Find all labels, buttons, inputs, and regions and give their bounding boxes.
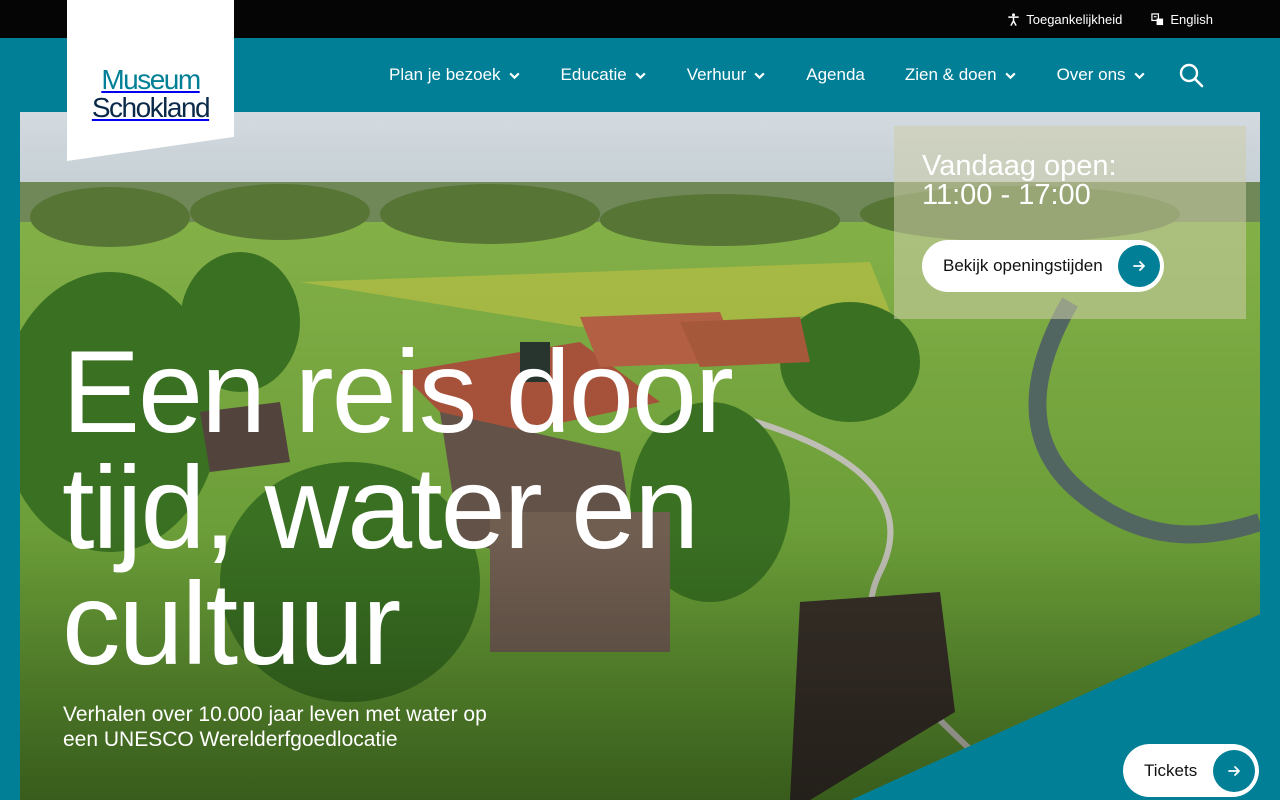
museum-logo[interactable]: Museum Schokland: [67, 0, 234, 161]
opening-hours-title: Vandaag open: 11:00 - 17:00: [922, 152, 1218, 210]
view-opening-hours-label: Bekijk openingstijden: [943, 256, 1103, 275]
hero-headline: Een reis door tijd, water en cultuur: [62, 326, 822, 689]
opening-hours-card: Vandaag open: 11:00 - 17:00 Bekijk openi…: [894, 126, 1246, 319]
nav-item-label: Over ons: [1056, 65, 1126, 84]
opening-title-line-1: Vandaag open:: [922, 150, 1117, 182]
main-nav: Plan je bezoek Educatie Verhuur Agenda Z…: [389, 38, 1146, 112]
nav-item-over-ons[interactable]: Over ons: [1057, 65, 1146, 85]
tickets-button[interactable]: Tickets: [1123, 744, 1259, 797]
arrow-right-icon: [1118, 245, 1160, 287]
chevron-down-icon: [754, 72, 765, 79]
accessibility-icon: [1008, 12, 1020, 26]
search-icon[interactable]: [1178, 62, 1204, 88]
language-switch[interactable]: English: [1151, 12, 1213, 27]
chevron-down-icon: [1004, 72, 1016, 79]
logo-line-2: Schokland: [91, 92, 211, 123]
translate-icon: [1151, 12, 1164, 25]
accessibility-label: Toegankelijkheid: [1026, 11, 1123, 27]
view-opening-hours-button[interactable]: Bekijk openingstijden: [922, 240, 1164, 292]
nav-item-plan-je-bezoek[interactable]: Plan je bezoek: [389, 65, 521, 85]
headline-line-1: Een reis door: [62, 326, 734, 457]
nav-item-label: Verhuur: [686, 65, 747, 84]
chevron-down-icon: [1133, 72, 1145, 79]
accessibility-link[interactable]: Toegankelijkheid: [1007, 12, 1122, 27]
nav-item-label: Zien & doen: [904, 65, 997, 84]
subline-line-2: een UNESCO Werelderfgoedlocatie: [63, 728, 398, 751]
opening-title-line-2: 11:00 - 17:00: [922, 179, 1091, 211]
logo-line-1: Museum: [101, 64, 201, 95]
nav-item-label: Agenda: [806, 65, 865, 84]
chevron-down-icon: [635, 72, 646, 79]
headline-line-2: tijd, water en: [62, 442, 699, 573]
nav-item-verhuur[interactable]: Verhuur: [687, 65, 767, 85]
nav-item-zien-en-doen[interactable]: Zien & doen: [905, 65, 1017, 85]
language-label: English: [1170, 11, 1213, 27]
chevron-down-icon: [508, 72, 520, 79]
nav-item-educatie[interactable]: Educatie: [561, 65, 647, 85]
headline-line-3: cultuur: [62, 558, 401, 689]
subline-line-1: Verhalen over 10.000 jaar leven met wate…: [63, 703, 487, 726]
tickets-label: Tickets: [1144, 760, 1198, 780]
nav-item-label: Plan je bezoek: [389, 65, 501, 84]
nav-item-label: Educatie: [560, 65, 627, 84]
nav-item-agenda[interactable]: Agenda: [806, 65, 865, 85]
arrow-right-icon: [1213, 749, 1255, 792]
hero-subline: Verhalen over 10.000 jaar leven met wate…: [63, 702, 543, 752]
